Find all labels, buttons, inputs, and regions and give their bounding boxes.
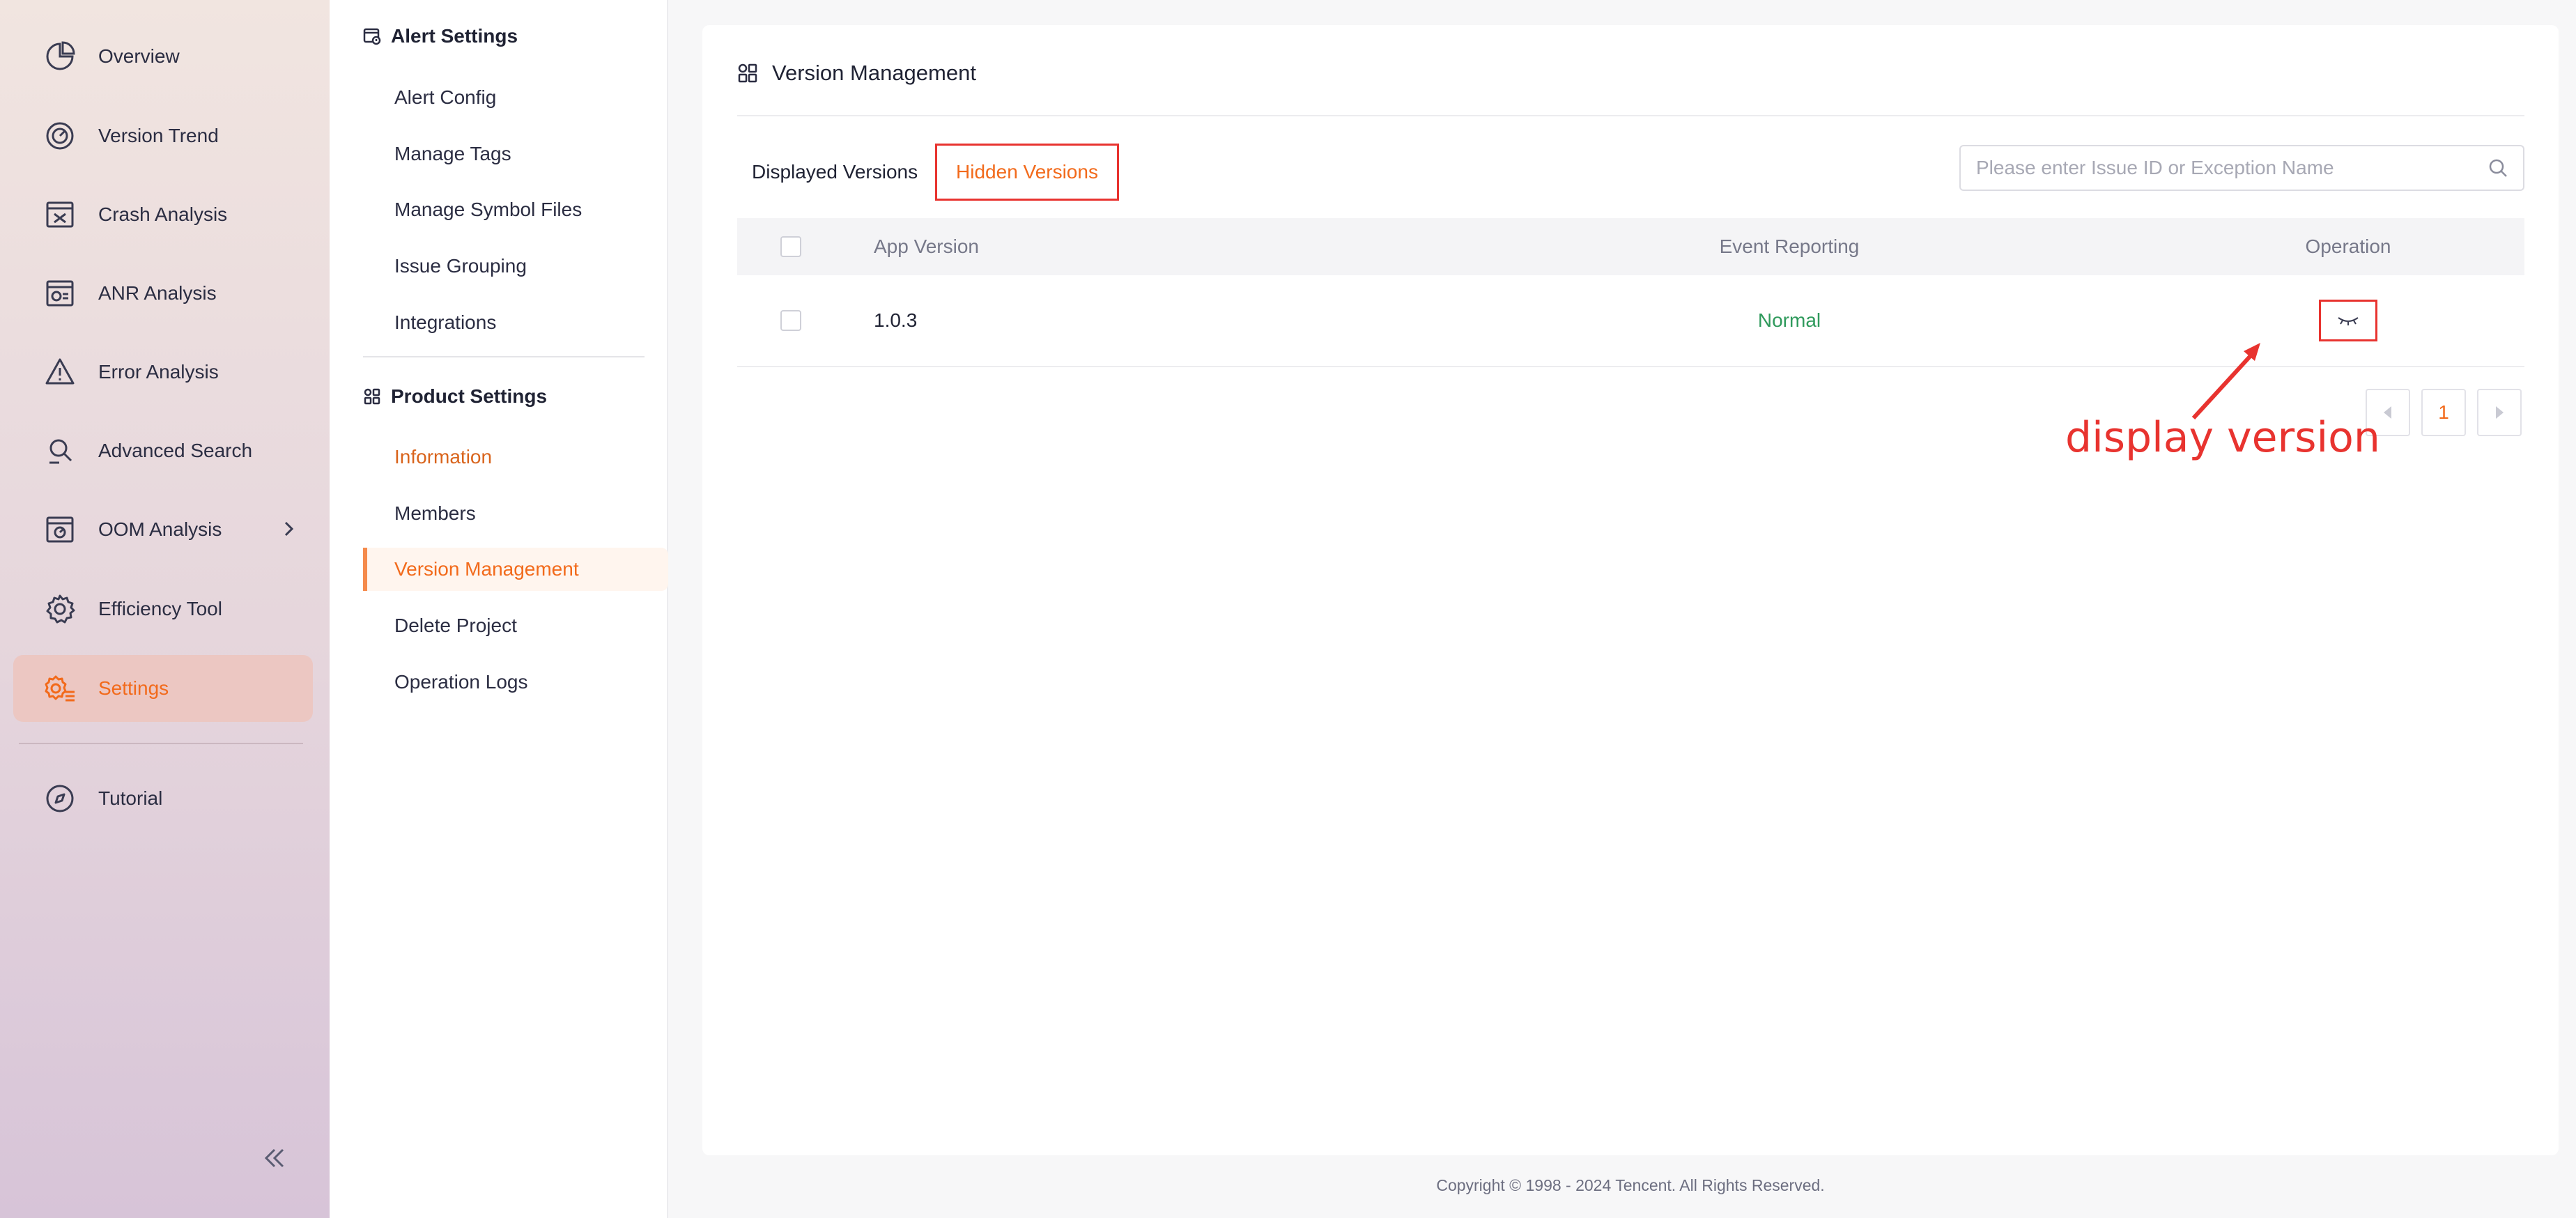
nav-item-overview[interactable]: Overview xyxy=(13,23,313,90)
display-version-button[interactable] xyxy=(2319,300,2377,341)
nav-label: Overview xyxy=(98,45,180,67)
submenu-operation-logs[interactable]: Operation Logs xyxy=(363,661,668,704)
annotation-label: display version xyxy=(2065,413,2380,462)
nav-item-settings[interactable]: Settings xyxy=(13,655,313,722)
alert-window-icon xyxy=(363,28,381,45)
caret-right-icon xyxy=(2496,406,2504,419)
section-label: Product Settings xyxy=(391,385,548,407)
search-icon[interactable] xyxy=(2487,157,2509,179)
nav-label: Settings xyxy=(98,677,169,699)
row-app-version: 1.0.3 xyxy=(874,309,918,331)
submenu-label: Information xyxy=(394,446,493,468)
submenu-divider xyxy=(363,356,645,357)
settings-list-icon xyxy=(44,672,76,704)
nav-label: Crash Analysis xyxy=(98,203,228,225)
nav-label: Tutorial xyxy=(98,787,163,809)
collapse-sidebar-icon[interactable] xyxy=(259,1143,290,1173)
submenu-delete-project[interactable]: Delete Project xyxy=(363,604,668,647)
submenu-manage-tags[interactable]: Manage Tags xyxy=(363,132,668,176)
submenu-label: Manage Symbol Files xyxy=(394,199,583,220)
submenu-information[interactable]: Information xyxy=(363,435,668,479)
tab-label: Displayed Versions xyxy=(752,161,918,183)
submenu-manage-symbol-files[interactable]: Manage Symbol Files xyxy=(363,188,668,231)
nav-divider xyxy=(19,743,303,744)
main-nav: Overview Version Trend Crash Analysis AN… xyxy=(0,0,330,1218)
page-title: Version Management xyxy=(737,56,976,91)
grid-icon xyxy=(364,388,380,405)
submenu-label: Issue Grouping xyxy=(394,255,527,277)
settings-submenu: Alert Settings Alert Config Manage Tags … xyxy=(330,0,668,1218)
submenu-label: Integrations xyxy=(394,311,497,333)
copyright-footer: Copyright © 1998 - 2024 Tencent. All Rig… xyxy=(1436,1176,1825,1194)
title-divider xyxy=(737,115,2524,116)
row-checkbox[interactable] xyxy=(780,310,801,331)
row-checkbox-cell xyxy=(780,275,801,366)
oom-window-icon xyxy=(44,514,76,546)
nav-label: Efficiency Tool xyxy=(98,598,222,619)
submenu-version-management[interactable]: Version Management xyxy=(363,548,668,591)
nav-label: ANR Analysis xyxy=(98,282,217,304)
submenu-label: Alert Config xyxy=(394,86,497,108)
eye-closed-icon xyxy=(2338,317,2359,325)
version-management-card: Version Management Displayed Versions Hi… xyxy=(702,25,2559,1155)
compass-icon xyxy=(44,783,76,815)
nav-label: Advanced Search xyxy=(98,440,253,461)
search-doc-icon xyxy=(44,435,76,467)
nav-item-oom-analysis[interactable]: OOM Analysis xyxy=(13,496,313,563)
warning-icon xyxy=(44,356,76,388)
submenu-label: Operation Logs xyxy=(394,671,528,693)
header-app-version: App Version xyxy=(874,236,979,257)
nav-label: Version Trend xyxy=(98,125,219,146)
search-input[interactable] xyxy=(1961,146,2487,190)
page-number-button[interactable]: 1 xyxy=(2421,389,2466,436)
submenu-alert-config[interactable]: Alert Config xyxy=(363,76,668,119)
next-page-button[interactable] xyxy=(2477,389,2522,436)
search-box xyxy=(1959,145,2524,191)
submenu-label: Version Management xyxy=(394,558,579,580)
header-operation: Operation xyxy=(2305,236,2391,257)
crash-window-icon xyxy=(44,199,76,231)
nav-item-version-trend[interactable]: Version Trend xyxy=(13,102,313,169)
chevron-right-icon xyxy=(278,518,299,539)
grid-icon xyxy=(738,63,757,83)
nav-label: Error Analysis xyxy=(98,361,219,383)
nav-label: OOM Analysis xyxy=(98,518,222,540)
tab-displayed-versions[interactable]: Displayed Versions xyxy=(752,144,918,201)
tab-hidden-versions[interactable]: Hidden Versions xyxy=(935,144,1119,201)
submenu-integrations[interactable]: Integrations xyxy=(363,301,668,344)
nav-item-efficiency-tool[interactable]: Efficiency Tool xyxy=(13,576,313,642)
submenu-members[interactable]: Members xyxy=(363,492,668,535)
nav-item-anr-analysis[interactable]: ANR Analysis xyxy=(13,260,313,327)
caret-left-icon xyxy=(2384,406,2391,419)
alert-settings-title: Alert Settings xyxy=(363,21,518,52)
page-title-text: Version Management xyxy=(772,61,976,85)
header-event-reporting: Event Reporting xyxy=(1719,236,1860,257)
nav-item-tutorial[interactable]: Tutorial xyxy=(13,765,313,832)
nav-item-advanced-search[interactable]: Advanced Search xyxy=(13,417,313,484)
nav-item-error-analysis[interactable]: Error Analysis xyxy=(13,339,313,406)
table-header: App Version Event Reporting Operation xyxy=(737,218,2524,275)
submenu-label: Manage Tags xyxy=(394,143,511,164)
submenu-label: Members xyxy=(394,502,476,524)
select-all-checkbox[interactable] xyxy=(780,236,801,257)
anr-window-icon xyxy=(44,277,76,309)
pie-chart-icon xyxy=(44,40,76,72)
nav-item-crash-analysis[interactable]: Crash Analysis xyxy=(13,181,313,248)
tab-label: Hidden Versions xyxy=(956,161,1098,183)
product-settings-title: Product Settings xyxy=(363,381,547,412)
gauge-icon xyxy=(44,120,76,152)
header-checkbox-cell xyxy=(780,218,801,275)
section-label: Alert Settings xyxy=(391,25,518,47)
gear-icon xyxy=(44,593,76,625)
row-event-reporting: Normal xyxy=(1757,309,1821,331)
submenu-label: Delete Project xyxy=(394,615,517,636)
submenu-issue-grouping[interactable]: Issue Grouping xyxy=(363,245,668,288)
